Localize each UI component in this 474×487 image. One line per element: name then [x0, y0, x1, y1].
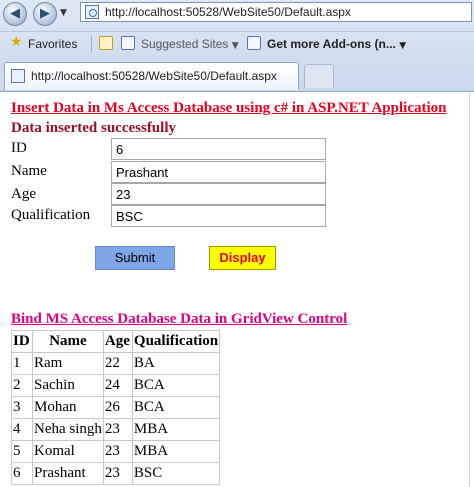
tab-strip: http://localhost:50528/WebSite50/Default…	[0, 59, 474, 92]
history-dropdown-icon[interactable]: ▼	[60, 8, 67, 18]
page-content: Insert Data in Ms Access Database using …	[0, 92, 474, 487]
grid-cell: 26	[102, 396, 133, 419]
name-label: Name	[11, 163, 47, 179]
grid-cell: BCA	[131, 396, 221, 419]
submit-button[interactable]: Submit	[95, 246, 175, 270]
favorites-button[interactable]: Favorites	[28, 37, 77, 51]
star-icon[interactable]: ★	[10, 34, 23, 50]
grid-cell: Neha singh	[32, 418, 104, 441]
grid-cell: 4	[11, 418, 33, 441]
grid-cell: BA	[131, 352, 221, 375]
age-label: Age	[11, 186, 36, 202]
tab-title: http://localhost:50528/WebSite50/Default…	[31, 69, 277, 83]
qualification-label: Qualification	[11, 207, 91, 223]
grid-cell: 6	[11, 462, 33, 485]
ie-page-icon	[121, 36, 135, 50]
grid-header-qualification: Qualification	[131, 330, 221, 353]
table-row: 6 Prashant 23 BSC	[11, 462, 221, 485]
ie-page-icon	[11, 69, 25, 83]
gridview-heading: Bind MS Access Database Data in GridView…	[11, 311, 348, 327]
grid-header-row: ID Name Age Qualification	[11, 330, 221, 353]
grid-cell: BSC	[131, 462, 221, 485]
chevron-down-icon: ▼	[231, 41, 239, 51]
data-gridview: ID Name Age Qualification 1 Ram 22 BA 2 …	[11, 330, 221, 485]
grid-cell: Sachin	[32, 374, 104, 397]
address-url[interactable]: http://localhost:50528/WebSite50/Default…	[105, 5, 351, 19]
qualification-input[interactable]: BSC	[111, 205, 326, 227]
grid-cell: 5	[11, 440, 33, 463]
chevron-down-icon: ▼	[399, 41, 407, 51]
grid-cell: Prashant	[32, 462, 104, 485]
grid-cell: Ram	[32, 352, 104, 375]
grid-header-name: Name	[32, 330, 104, 353]
ie-page-icon	[247, 36, 261, 50]
back-arrow-icon[interactable]: ◀	[3, 2, 27, 26]
table-row: 4 Neha singh 23 MBA	[11, 418, 221, 441]
get-addons-label: Get more Add-ons (n...	[267, 37, 396, 51]
suggested-sites-link[interactable]: Suggested Sites ▼	[141, 37, 239, 51]
grid-cell: MBA	[131, 440, 221, 463]
tab-current[interactable]: http://localhost:50528/WebSite50/Default…	[4, 62, 299, 90]
grid-cell: 24	[102, 374, 133, 397]
address-bar[interactable]: http://localhost:50528/WebSite50/Default…	[80, 2, 472, 22]
display-button[interactable]: Display	[209, 246, 276, 270]
get-addons-link[interactable]: Get more Add-ons (n... ▼	[267, 37, 406, 51]
ie-page-icon	[85, 5, 99, 19]
add-favorites-icon[interactable]	[99, 36, 113, 50]
grid-cell: 3	[11, 396, 33, 419]
id-label: ID	[11, 140, 27, 156]
status-message: Data inserted successfully	[11, 120, 176, 136]
grid-header-age: Age	[102, 330, 133, 353]
grid-cell: BCA	[131, 374, 221, 397]
grid-cell: 22	[102, 352, 133, 375]
grid-header-id: ID	[11, 330, 33, 353]
grid-cell: Komal	[32, 440, 104, 463]
toolbar-separator	[91, 35, 92, 53]
table-row: 2 Sachin 24 BCA	[11, 374, 221, 397]
grid-cell: MBA	[131, 418, 221, 441]
forward-arrow-icon[interactable]: ▶	[33, 2, 57, 26]
id-input[interactable]: 6	[111, 138, 326, 160]
insert-heading: Insert Data in Ms Access Database using …	[11, 100, 447, 116]
name-input[interactable]: Prashant	[111, 161, 326, 183]
grid-cell: 23	[102, 418, 133, 441]
age-input[interactable]: 23	[111, 183, 326, 205]
grid-cell: 23	[102, 440, 133, 463]
table-row: 3 Mohan 26 BCA	[11, 396, 221, 419]
table-row: 1 Ram 22 BA	[11, 352, 221, 375]
grid-cell: 2	[11, 374, 33, 397]
scrollbar-edge	[469, 92, 470, 487]
grid-cell: 1	[11, 352, 33, 375]
browser-chrome: ◀ ▶ ▼ http://localhost:50528/WebSite50/D…	[0, 0, 474, 92]
suggested-sites-label: Suggested Sites	[141, 37, 229, 51]
table-row: 5 Komal 23 MBA	[11, 440, 221, 463]
grid-cell: Mohan	[32, 396, 104, 419]
navigation-bar: ◀ ▶ ▼ http://localhost:50528/WebSite50/D…	[0, 0, 474, 26]
grid-cell: 23	[102, 462, 133, 485]
new-tab-button[interactable]	[304, 64, 334, 88]
